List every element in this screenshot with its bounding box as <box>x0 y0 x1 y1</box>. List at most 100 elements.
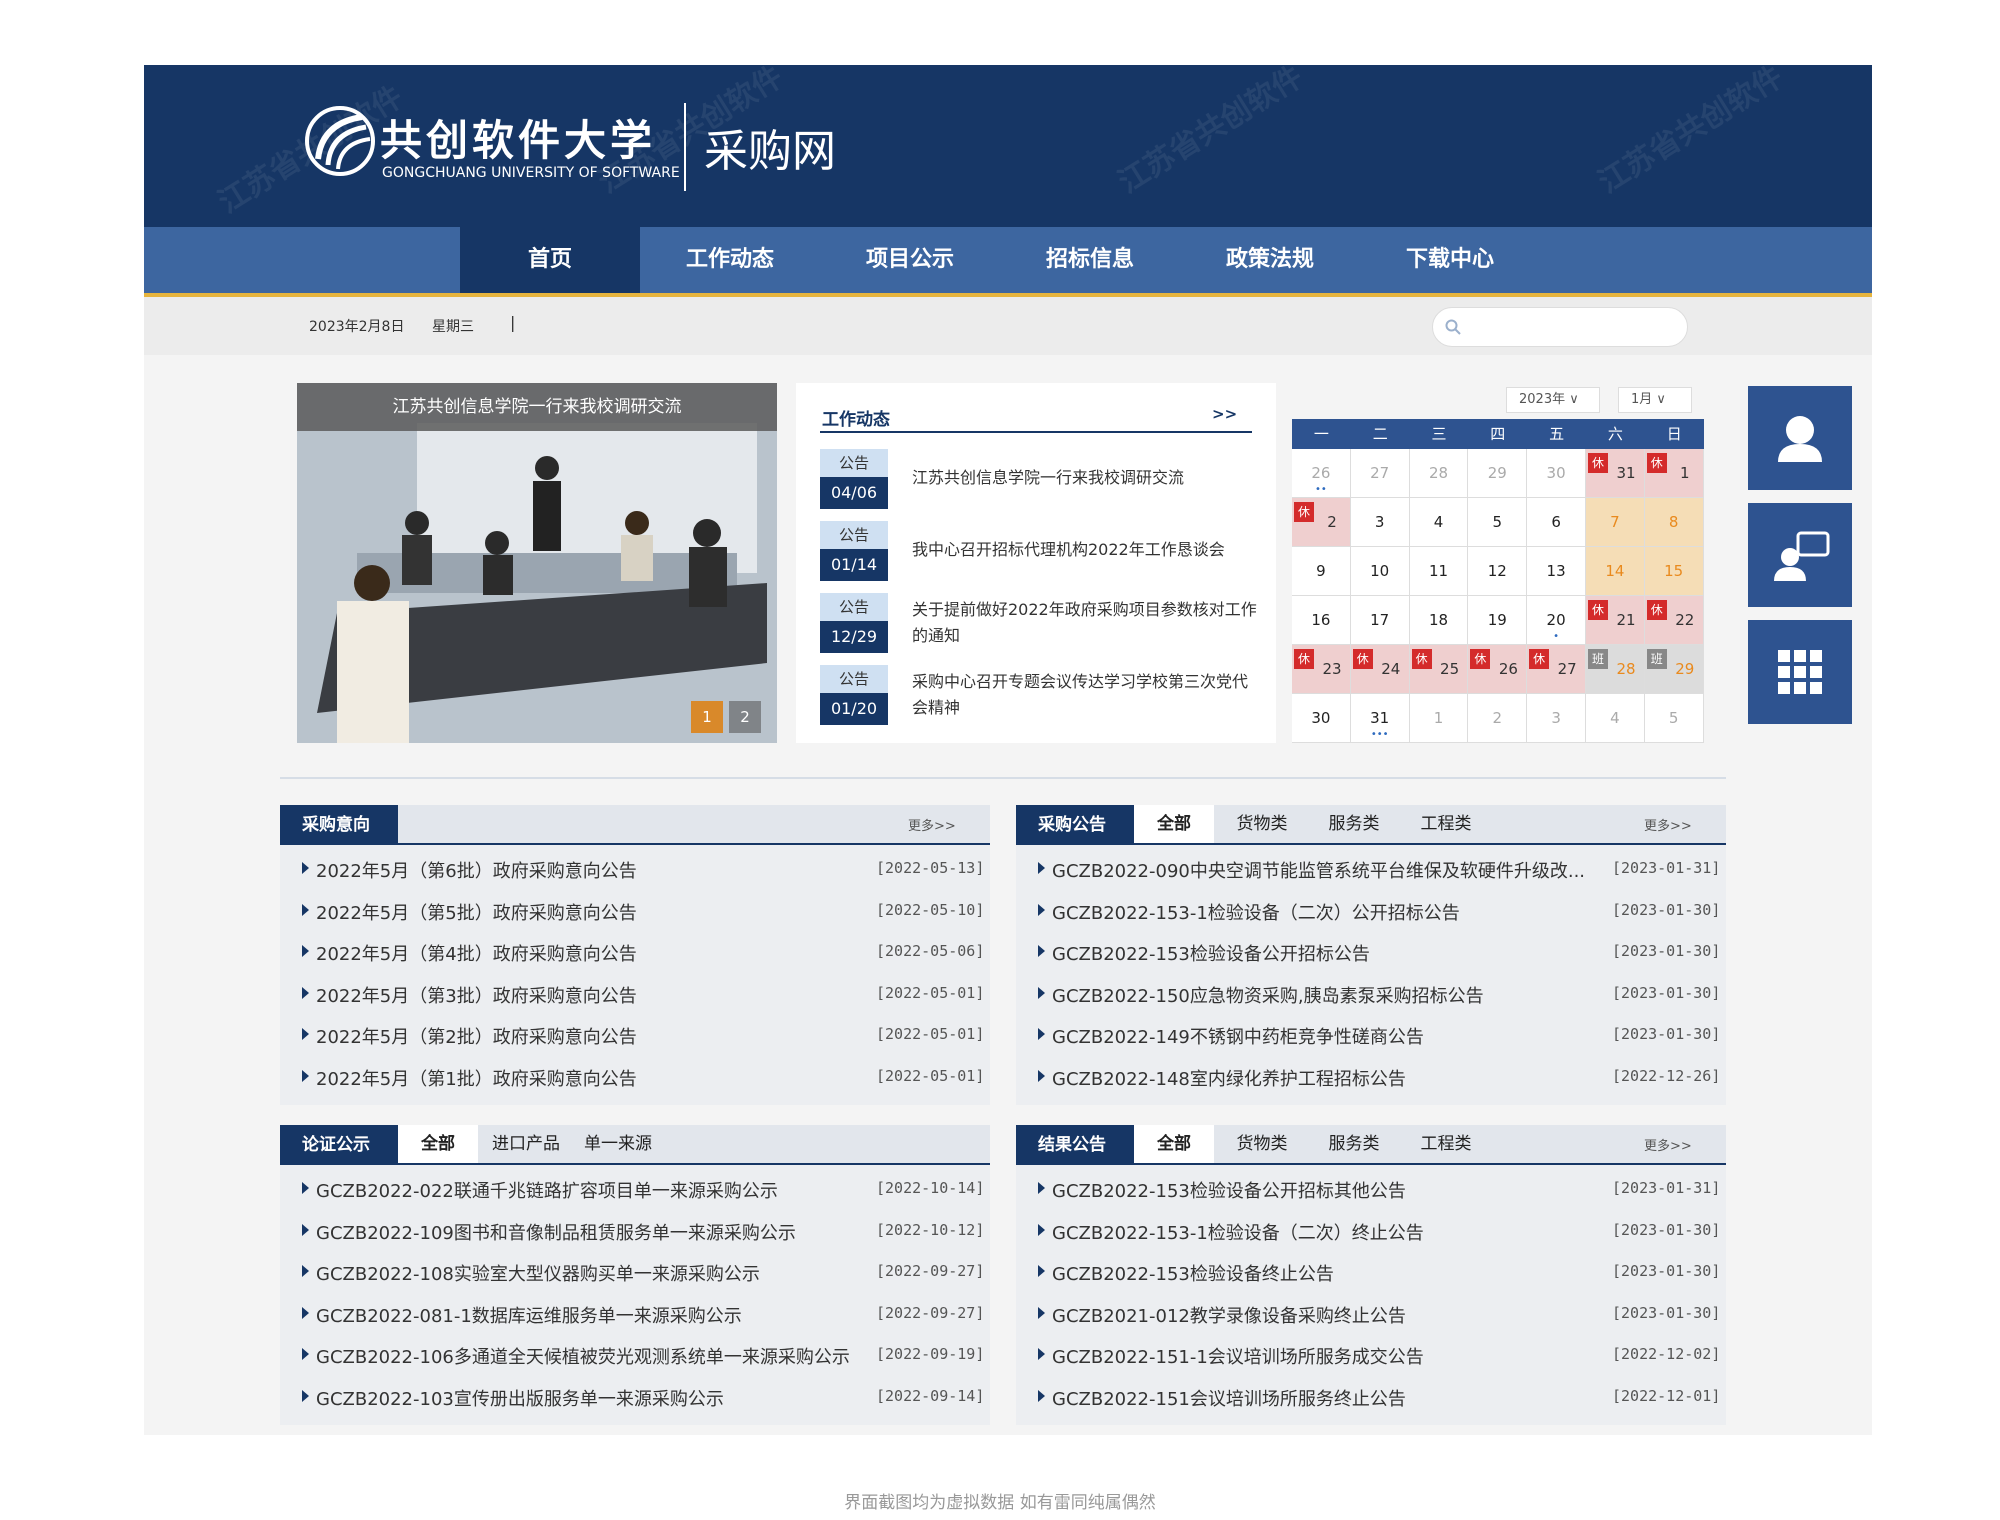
list-item[interactable]: GCZB2022-090中央空调节能监管系统平台维保及软硬件升级改... [202… <box>1016 849 1726 889</box>
list-item-title[interactable]: 2022年5月（第6批）政府采购意向公告 <box>316 857 856 883</box>
calendar-day[interactable]: 17 <box>1350 596 1410 645</box>
calendar-day[interactable]: 9 <box>1292 547 1351 596</box>
list-item-title[interactable]: GCZB2022-109图书和音像制品租赁服务单一来源采购公示 <box>316 1219 856 1245</box>
calendar-day[interactable]: 7 <box>1586 498 1645 547</box>
nav-work-news[interactable]: 工作动态 <box>640 227 820 293</box>
apps-button[interactable] <box>1748 620 1852 724</box>
user-center-button[interactable] <box>1748 386 1852 490</box>
list-item-title[interactable]: GCZB2022-153-1检验设备（二次）公开招标公告 <box>1052 899 1592 925</box>
calendar-year-select[interactable]: 2023年 ∨ <box>1506 387 1600 413</box>
news-item[interactable]: 公告 01/14 我中心召开招标代理机构2022年工作恳谈会 <box>820 521 1260 585</box>
calendar-day[interactable]: 3 <box>1527 694 1586 743</box>
news-text[interactable]: 关于提前做好2022年政府采购项目参数核对工作的通知 <box>912 597 1260 649</box>
calendar-day[interactable]: 12 <box>1468 547 1528 596</box>
calendar-day[interactable]: 5 <box>1644 694 1704 743</box>
calendar-day[interactable]: 休 22 <box>1644 596 1704 645</box>
calendar-day[interactable]: 29 <box>1468 449 1528 498</box>
calendar-day[interactable]: 班 28 <box>1586 645 1645 694</box>
list-item[interactable]: GCZB2022-149不锈钢中药柜竞争性磋商公告 [2023-01-30] <box>1016 1015 1726 1055</box>
news-text[interactable]: 我中心召开招标代理机构2022年工作恳谈会 <box>912 537 1260 563</box>
section-tab[interactable]: 服务类 <box>1310 805 1398 843</box>
calendar-day[interactable]: 1 <box>1409 694 1469 743</box>
search-input[interactable] <box>1432 307 1688 347</box>
list-item[interactable]: 2022年5月（第4批）政府采购意向公告 [2022-05-06] <box>280 932 990 972</box>
slide-page-2[interactable]: 2 <box>729 701 761 733</box>
calendar-day[interactable]: 2 <box>1468 694 1528 743</box>
calendar-day[interactable]: 休 31 <box>1586 449 1645 498</box>
calendar-day[interactable]: 10 <box>1350 547 1410 596</box>
calendar-day[interactable]: 5 <box>1468 498 1528 547</box>
list-item-title[interactable]: GCZB2022-022联通千兆链路扩容项目单一来源采购公示 <box>316 1177 856 1203</box>
list-item-title[interactable]: GCZB2022-106多通道全天候植被荧光观测系统单一来源采购公示 <box>316 1343 856 1369</box>
news-item[interactable]: 公告 12/29 关于提前做好2022年政府采购项目参数核对工作的通知 <box>820 593 1260 657</box>
list-item-title[interactable]: 2022年5月（第5批）政府采购意向公告 <box>316 899 856 925</box>
list-item-title[interactable]: 2022年5月（第3批）政府采购意向公告 <box>316 982 856 1008</box>
calendar-day[interactable]: 30 <box>1292 694 1351 743</box>
news-text[interactable]: 江苏共创信息学院一行来我校调研交流 <box>912 465 1260 491</box>
list-item-title[interactable]: 2022年5月（第2批）政府采购意向公告 <box>316 1023 856 1049</box>
list-item-title[interactable]: GCZB2022-090中央空调节能监管系统平台维保及软硬件升级改... <box>1052 857 1592 883</box>
list-item[interactable]: 2022年5月（第6批）政府采购意向公告 [2022-05-13] <box>280 849 990 889</box>
calendar-day[interactable]: 休 21 <box>1586 596 1645 645</box>
list-item[interactable]: GCZB2022-106多通道全天候植被荧光观测系统单一来源采购公示 [2022-… <box>280 1335 990 1375</box>
section-tab[interactable]: 全部 <box>1134 805 1214 843</box>
list-item-title[interactable]: 2022年5月（第1批）政府采购意向公告 <box>316 1065 856 1091</box>
list-item[interactable]: GCZB2022-108实验室大型仪器购买单一来源采购公示 [2022-09-27… <box>280 1252 990 1292</box>
section-tab[interactable]: 全部 <box>1134 1125 1214 1163</box>
list-item[interactable]: 2022年5月（第1批）政府采购意向公告 [2022-05-01] <box>280 1057 990 1097</box>
calendar-day[interactable]: 休 24 <box>1350 645 1410 694</box>
list-item-title[interactable]: GCZB2022-153检验设备终止公告 <box>1052 1260 1592 1286</box>
slide-page-1[interactable]: 1 <box>691 701 723 733</box>
calendar-day[interactable]: 27 <box>1350 449 1410 498</box>
calendar-day[interactable]: 26 •• <box>1292 449 1351 498</box>
calendar-day[interactable]: 休 27 <box>1527 645 1586 694</box>
list-item-title[interactable]: GCZB2022-153检验设备公开招标公告 <box>1052 940 1592 966</box>
section-tab[interactable]: 进口产品 <box>482 1125 570 1163</box>
list-item[interactable]: GCZB2022-103宣传册出版服务单一来源采购公示 [2022-09-14] <box>280 1377 990 1417</box>
calendar-day[interactable]: 19 <box>1468 596 1528 645</box>
section-tab[interactable]: 工程类 <box>1402 1125 1490 1163</box>
calendar-day[interactable]: 3 <box>1350 498 1410 547</box>
calendar-day[interactable]: 6 <box>1527 498 1586 547</box>
list-item[interactable]: 2022年5月（第5批）政府采购意向公告 [2022-05-10] <box>280 891 990 931</box>
news-item[interactable]: 公告 04/06 江苏共创信息学院一行来我校调研交流 <box>820 449 1260 513</box>
calendar-month-select[interactable]: 1月 ∨ <box>1618 387 1692 413</box>
slideshow[interactable]: 江苏共创信息学院一行来我校调研交流 1 2 <box>297 383 777 743</box>
list-item-title[interactable]: GCZB2022-081-1数据库运维服务单一来源采购公示 <box>316 1302 856 1328</box>
list-item[interactable]: GCZB2022-151-1会议培训场所服务成交公告 [2022-12-02] <box>1016 1335 1726 1375</box>
news-text[interactable]: 采购中心召开专题会议传达学习学校第三次党代会精神 <box>912 669 1260 721</box>
calendar-day[interactable]: 休 23 <box>1292 645 1351 694</box>
list-item[interactable]: GCZB2022-081-1数据库运维服务单一来源采购公示 [2022-09-27… <box>280 1294 990 1334</box>
section-tab[interactable]: 货物类 <box>1218 805 1306 843</box>
list-item[interactable]: GCZB2022-153检验设备公开招标公告 [2023-01-30] <box>1016 932 1726 972</box>
calendar-day[interactable]: 18 <box>1409 596 1469 645</box>
list-item[interactable]: GCZB2022-151会议培训场所服务终止公告 [2022-12-01] <box>1016 1377 1726 1417</box>
calendar-day[interactable]: 8 <box>1644 498 1704 547</box>
calendar-day[interactable]: 15 <box>1644 547 1704 596</box>
list-item[interactable]: GCZB2022-022联通千兆链路扩容项目单一来源采购公示 [2022-10-1… <box>280 1169 990 1209</box>
calendar-day[interactable]: 30 <box>1527 449 1586 498</box>
calendar-day[interactable]: 休 25 <box>1409 645 1469 694</box>
news-item[interactable]: 公告 01/20 采购中心召开专题会议传达学习学校第三次党代会精神 <box>820 665 1260 729</box>
calendar-day[interactable]: 休2 <box>1292 498 1351 547</box>
list-item-title[interactable]: GCZB2022-148室内绿化养护工程招标公告 <box>1052 1065 1592 1091</box>
section-more-link[interactable]: 更多>> <box>1644 1135 1692 1154</box>
nav-policy[interactable]: 政策法规 <box>1180 227 1360 293</box>
list-item-title[interactable]: GCZB2022-149不锈钢中药柜竞争性磋商公告 <box>1052 1023 1592 1049</box>
search-icon[interactable] <box>1445 319 1461 335</box>
list-item[interactable]: GCZB2022-109图书和音像制品租赁服务单一来源采购公示 [2022-10-… <box>280 1211 990 1251</box>
calendar-day[interactable]: 4 <box>1586 694 1645 743</box>
calendar-day[interactable]: 4 <box>1409 498 1469 547</box>
calendar-day[interactable]: 16 <box>1292 596 1351 645</box>
list-item-title[interactable]: GCZB2022-153检验设备公开招标其他公告 <box>1052 1177 1592 1203</box>
list-item-title[interactable]: GCZB2022-103宣传册出版服务单一来源采购公示 <box>316 1385 856 1411</box>
section-tab[interactable]: 工程类 <box>1402 805 1490 843</box>
calendar-day[interactable]: 休1 <box>1644 449 1704 498</box>
list-item[interactable]: 2022年5月（第2批）政府采购意向公告 [2022-05-01] <box>280 1015 990 1055</box>
calendar-day[interactable]: 休 26 <box>1468 645 1528 694</box>
section-more-link[interactable]: 更多>> <box>1644 815 1692 834</box>
calendar-day[interactable]: 28 <box>1409 449 1469 498</box>
list-item-title[interactable]: GCZB2022-151-1会议培训场所服务成交公告 <box>1052 1343 1592 1369</box>
nav-downloads[interactable]: 下载中心 <box>1360 227 1540 293</box>
list-item[interactable]: 2022年5月（第3批）政府采购意向公告 [2022-05-01] <box>280 974 990 1014</box>
